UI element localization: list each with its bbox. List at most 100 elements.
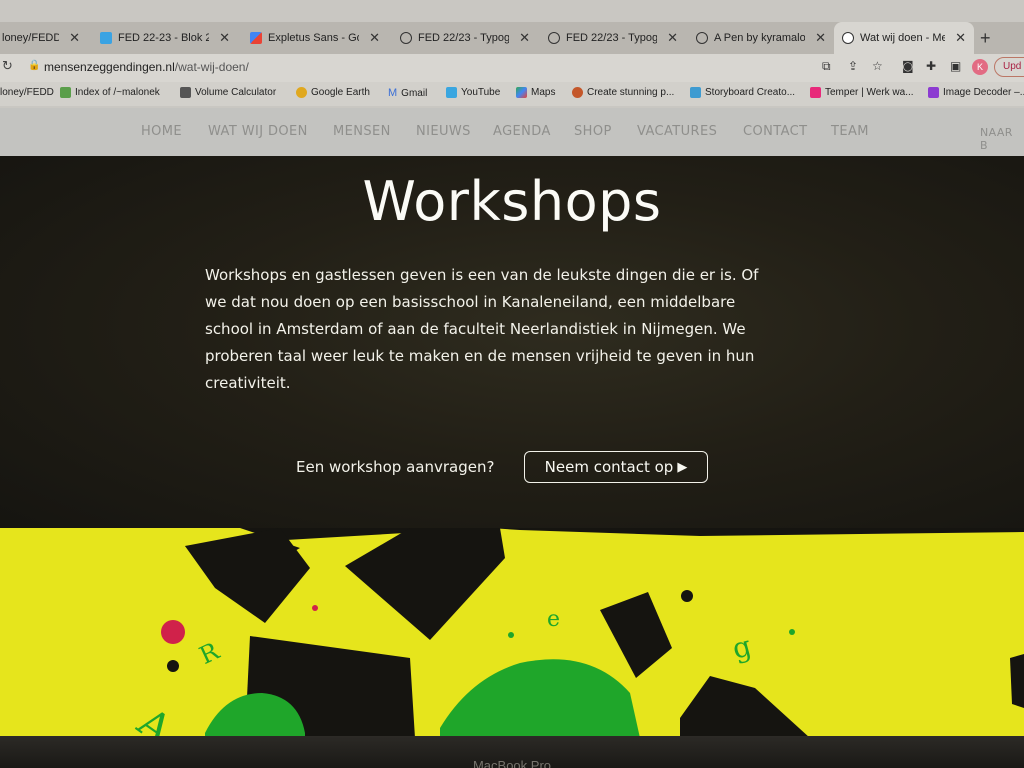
nav-agenda[interactable]: AGENDA [493, 124, 551, 139]
cta-label: Een workshop aanvragen? [296, 458, 495, 476]
tab-6[interactable]: A Pen by kyramaloney ✕ [688, 22, 834, 54]
tab-close-icon[interactable]: ✕ [519, 30, 530, 46]
tab-strip: loney/FEDD ✕ FED 22-23 - Blok 2 - ✕ Expl… [0, 22, 1024, 54]
nav-nieuws[interactable]: NIEUWS [416, 124, 471, 139]
share-icon[interactable]: ⇪ [848, 59, 858, 73]
tab-1[interactable]: loney/FEDD ✕ [0, 22, 88, 54]
codepen-icon [696, 32, 708, 44]
site-favicon-icon [842, 32, 854, 44]
tab-title: Expletus Sans - Goog [268, 32, 359, 44]
bookmark-item[interactable]: Maps [516, 87, 555, 98]
art-small-red-dot [312, 605, 318, 611]
bookmark-item[interactable]: Index of /~malonek [60, 87, 160, 98]
google-earth-icon [296, 87, 307, 98]
tab-title: Wat wij doen - Mense [860, 32, 946, 44]
intro-line: creativiteit. [205, 374, 291, 392]
intro-paragraph: Workshops en gastlessen geven is een van… [205, 262, 805, 397]
temper-icon [810, 87, 821, 98]
art-black-dot [681, 590, 693, 602]
bookmark-item[interactable]: YouTube [446, 87, 500, 98]
bookmark-star-icon[interactable]: ☆ [872, 59, 883, 73]
contact-button[interactable]: Neem contact op ▶ [524, 451, 708, 483]
tab-5[interactable]: FED 22/23 - Typograf ✕ [540, 22, 686, 54]
tab-close-icon[interactable]: ✕ [219, 30, 230, 46]
address-bar[interactable]: mensenzeggendingen.nl/wat-wij-doen/ [44, 60, 249, 74]
nav-vacatures[interactable]: VACATURES [637, 124, 717, 139]
art-black-edge-shape [1010, 654, 1024, 708]
device-label: MacBook Pro [472, 758, 552, 768]
storyboard-icon [690, 87, 701, 98]
bookmark-label: Index of /~malonek [75, 87, 160, 98]
intro-line: school in Amsterdam of aan de faculteit … [205, 320, 746, 338]
tab-title: FED 22-23 - Blok 2 - [118, 32, 210, 44]
site-navigation: HOME WAT WIJ DOEN MENSEN NIEUWS AGENDA S… [0, 108, 1024, 156]
lock-icon[interactable]: 🔒 [28, 60, 40, 71]
profile-avatar[interactable]: K [972, 59, 988, 75]
update-button[interactable]: Upd [994, 57, 1024, 77]
browser-chrome: loney/FEDD ✕ FED 22-23 - Blok 2 - ✕ Expl… [0, 0, 1024, 108]
art-green-dot [789, 629, 795, 635]
art-black-dot [167, 660, 179, 672]
decorative-art-band: R e g A [0, 528, 1024, 738]
bookmark-label: Temper | Werk wa... [825, 87, 914, 98]
tab-close-icon[interactable]: ✕ [815, 30, 826, 46]
tab-title: loney/FEDD [2, 32, 60, 44]
bookmark-item[interactable]: Volume Calculator [180, 87, 276, 98]
art-green-dot [508, 632, 514, 638]
page-title: Workshops [362, 170, 662, 233]
tab-4[interactable]: FED 22/23 - Typograf ✕ [392, 22, 538, 54]
sidebar-icon[interactable]: ▣ [950, 59, 961, 73]
youtube-icon [446, 87, 457, 98]
google-fonts-icon [250, 32, 262, 44]
tab-close-icon[interactable]: ✕ [955, 30, 966, 46]
bookmark-item[interactable]: M Gmail [388, 87, 427, 99]
intro-line: Workshops en gastlessen geven is een van… [205, 266, 759, 284]
bookmark-item[interactable]: Google Earth [296, 87, 370, 98]
browser-toolbar: ↻ 🔒 mensenzeggendingen.nl/wat-wij-doen/ … [0, 54, 1024, 82]
codepen-icon [400, 32, 412, 44]
art-letter: e [547, 607, 560, 632]
tab-3[interactable]: Expletus Sans - Goog ✕ [242, 22, 388, 54]
tab-close-icon[interactable]: ✕ [69, 30, 80, 46]
bookmark-label: Image Decoder –... [943, 87, 1024, 98]
extension-mask-icon[interactable]: ◙ [902, 59, 914, 73]
bookmarks-bar: loney/FEDD Index of /~malonek Volume Cal… [0, 82, 1024, 106]
translate-icon[interactable]: ⧉ [822, 59, 831, 74]
bookmark-label: YouTube [461, 87, 501, 98]
nav-home[interactable]: HOME [141, 124, 182, 139]
reload-icon[interactable]: ↻ [2, 59, 13, 74]
bookmark-label: Create stunning p... [587, 87, 675, 98]
puzzle-icon[interactable]: ✚ [926, 59, 936, 73]
codepen-icon [548, 32, 560, 44]
bookmark-label: loney/FEDD [0, 87, 54, 98]
tab-close-icon[interactable]: ✕ [369, 30, 380, 46]
tab-title: A Pen by kyramaloney [714, 32, 806, 44]
play-arrow-icon: ▶ [677, 459, 688, 475]
tab-2[interactable]: FED 22-23 - Blok 2 - ✕ [92, 22, 238, 54]
nav-mensen[interactable]: MENSEN [333, 124, 391, 139]
bookmark-label: Google Earth [311, 87, 370, 98]
pdf-icon [100, 32, 112, 44]
tab-7-active[interactable]: Wat wij doen - Mense ✕ [834, 22, 974, 54]
tab-close-icon[interactable]: ✕ [667, 30, 678, 46]
bookmark-label: Maps [531, 87, 556, 98]
bookmark-label: Storyboard Creato... [705, 87, 796, 98]
nav-contact[interactable]: CONTACT [743, 124, 807, 139]
url-host: mensenzeggendingen.nl [44, 60, 175, 74]
nav-wat-wij-doen[interactable]: WAT WIJ DOEN [208, 124, 308, 139]
url-path: /wat-wij-doen/ [174, 60, 249, 74]
intro-line: we dat nou doen op een basisschool in Ka… [205, 293, 736, 311]
bookmark-favicon-icon [572, 87, 583, 98]
new-tab-button[interactable]: + [980, 28, 991, 49]
nav-shop[interactable]: SHOP [574, 124, 612, 139]
bookmark-item[interactable]: Temper | Werk wa... [810, 87, 914, 98]
maps-icon [516, 87, 527, 98]
nav-team[interactable]: TEAM [831, 124, 869, 139]
contact-button-label: Neem contact op [544, 458, 674, 476]
bookmark-label: Gmail [401, 87, 428, 99]
bookmark-item[interactable]: Image Decoder –... [928, 87, 1024, 98]
bookmark-item[interactable]: Create stunning p... [572, 87, 674, 98]
bookmark-item[interactable]: Storyboard Creato... [690, 87, 795, 98]
nav-naar-b[interactable]: NAAR B [980, 126, 1024, 152]
bookmark-item[interactable]: loney/FEDD [0, 87, 54, 98]
